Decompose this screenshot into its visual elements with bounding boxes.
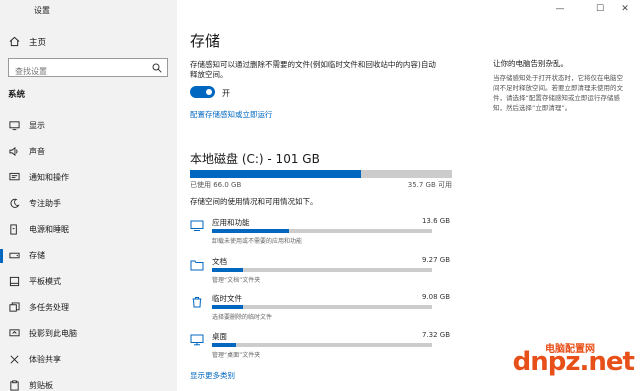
sidebar-item-multitasking[interactable]: 多任务处理 — [0, 298, 177, 318]
category-temp-files[interactable]: 临时文件 9.08 GB 选择要删除的临时文件 — [190, 293, 450, 323]
category-documents[interactable]: 文档 9.27 GB 管理“文档”文件夹 — [190, 256, 450, 286]
category-desktop[interactable]: 桌面 7.32 GB 管理“桌面”文件夹 — [190, 331, 450, 361]
section-title: 系统 — [8, 90, 26, 100]
search-icon[interactable] — [152, 63, 162, 73]
category-subtext: 管理“桌面”文件夹 — [212, 352, 261, 359]
sidebar-item-label: 声音 — [29, 147, 45, 156]
sidebar-item-label: 专注助手 — [29, 199, 61, 208]
category-name: 临时文件 — [212, 294, 242, 303]
storage-sense-description: 存储感知可以通过删除不需要的文件(例如临时文件和回收站中的内容)自动释放空间。 — [190, 60, 436, 79]
project-icon — [9, 329, 20, 337]
category-name: 桌面 — [212, 332, 227, 341]
free-space-label: 35.7 GB 可用 — [407, 181, 452, 189]
category-usage-fill — [212, 305, 243, 309]
category-subtext: 管理“文档”文件夹 — [212, 277, 261, 284]
sidebar-item-label: 电源和睡眠 — [29, 225, 69, 234]
trash-icon — [192, 297, 202, 308]
category-usage-bar — [212, 343, 432, 347]
category-name: 文档 — [212, 257, 227, 266]
main-content: 存储 存储感知可以通过删除不需要的文件(例如临时文件和回收站中的内容)自动释放空… — [177, 0, 640, 391]
sidebar-item-storage[interactable]: 存储 — [0, 246, 177, 266]
category-subtext: 卸载未使用或不需要的应用和功能 — [212, 238, 303, 245]
toggle-state-label: 开 — [222, 89, 230, 98]
aside-body: 当存储感知处于打开状态时，它将仅在电脑空间不足时释放空间。若要立即清理未使用的文… — [493, 74, 623, 112]
category-usage-fill — [212, 229, 289, 233]
category-subtext: 选择要删除的临时文件 — [212, 314, 273, 321]
storage-sense-toggle[interactable] — [190, 86, 215, 98]
moon-icon — [10, 198, 20, 208]
notification-icon — [9, 172, 20, 181]
category-size: 9.08 GB — [421, 293, 450, 301]
window-title: 设置 — [34, 6, 50, 15]
storage-icon — [9, 252, 20, 259]
page-title: 存储 — [190, 32, 221, 50]
desktop-icon — [190, 334, 204, 346]
speaker-icon — [9, 146, 18, 157]
home-icon — [9, 36, 20, 47]
category-usage-bar — [212, 229, 432, 233]
aside-title: 让你的电脑告别杂乱。 — [493, 59, 568, 68]
sidebar-item-sound[interactable]: 声音 — [0, 142, 177, 162]
watermark-name: 电脑配置网 — [545, 344, 595, 355]
category-size: 7.32 GB — [421, 331, 450, 339]
documents-icon — [190, 260, 204, 271]
sidebar-item-shared-experiences[interactable]: 体验共享 — [0, 350, 177, 370]
sidebar-item-label: 多任务处理 — [29, 303, 69, 312]
configure-storage-sense-link[interactable]: 配置存储感知或立即运行 — [190, 109, 273, 120]
sidebar-item-power-sleep[interactable]: 电源和睡眠 — [0, 220, 177, 240]
toggle-knob — [206, 89, 212, 95]
multitask-icon — [9, 302, 20, 312]
sidebar-item-display[interactable]: 显示 — [0, 116, 177, 136]
category-size: 9.27 GB — [421, 256, 450, 264]
share-icon — [10, 355, 19, 364]
sidebar-item-label: 平板模式 — [29, 277, 61, 286]
power-icon — [10, 224, 17, 235]
category-name: 应用和功能 — [212, 218, 250, 227]
home-link[interactable]: 主页 — [0, 33, 177, 51]
sidebar-item-label: 投影到此电脑 — [29, 329, 77, 338]
clipboard-icon — [10, 380, 19, 391]
search-input[interactable] — [9, 63, 139, 80]
tablet-icon — [9, 276, 20, 287]
sidebar-item-label: 剪贴板 — [29, 381, 53, 390]
category-usage-bar — [212, 268, 432, 272]
used-space-label: 已使用 66.0 GB — [190, 181, 242, 189]
sidebar-item-label: 体验共享 — [29, 355, 61, 364]
category-usage-fill — [212, 343, 237, 347]
sidebar-item-label: 显示 — [29, 121, 45, 130]
sidebar-item-label: 存储 — [29, 251, 45, 260]
sidebar-item-project-to-pc[interactable]: 投影到此电脑 — [0, 324, 177, 344]
disk-title: 本地磁盘 (C:) - 101 GB — [190, 152, 320, 166]
disk-usage-bar — [190, 170, 452, 178]
category-description: 存储空间的使用情况和可用情况如下。 — [190, 197, 318, 206]
category-apps[interactable]: 应用和功能 13.6 GB 卸载未使用或不需要的应用和功能 — [190, 217, 450, 247]
disk-usage-fill — [190, 170, 362, 178]
show-more-categories-link[interactable]: 显示更多类别 — [190, 370, 235, 381]
sidebar-item-clipboard[interactable]: 剪贴板 — [0, 376, 177, 391]
sidebar-item-focus-assist[interactable]: 专注助手 — [0, 194, 177, 214]
category-usage-bar — [212, 305, 432, 309]
sidebar: 设置 主页 系统 显示 声音 通知和操作 专注助手 电源和睡眠 存储 — [0, 0, 177, 391]
sidebar-item-label: 通知和操作 — [29, 173, 69, 182]
home-label: 主页 — [29, 38, 47, 48]
active-indicator — [0, 249, 3, 263]
sidebar-item-tablet-mode[interactable]: 平板模式 — [0, 272, 177, 292]
apps-icon — [190, 220, 204, 231]
category-size: 13.6 GB — [421, 217, 450, 225]
monitor-icon — [9, 121, 20, 131]
sidebar-item-notifications[interactable]: 通知和操作 — [0, 168, 177, 188]
category-usage-fill — [212, 268, 243, 272]
search-box[interactable] — [8, 58, 168, 80]
